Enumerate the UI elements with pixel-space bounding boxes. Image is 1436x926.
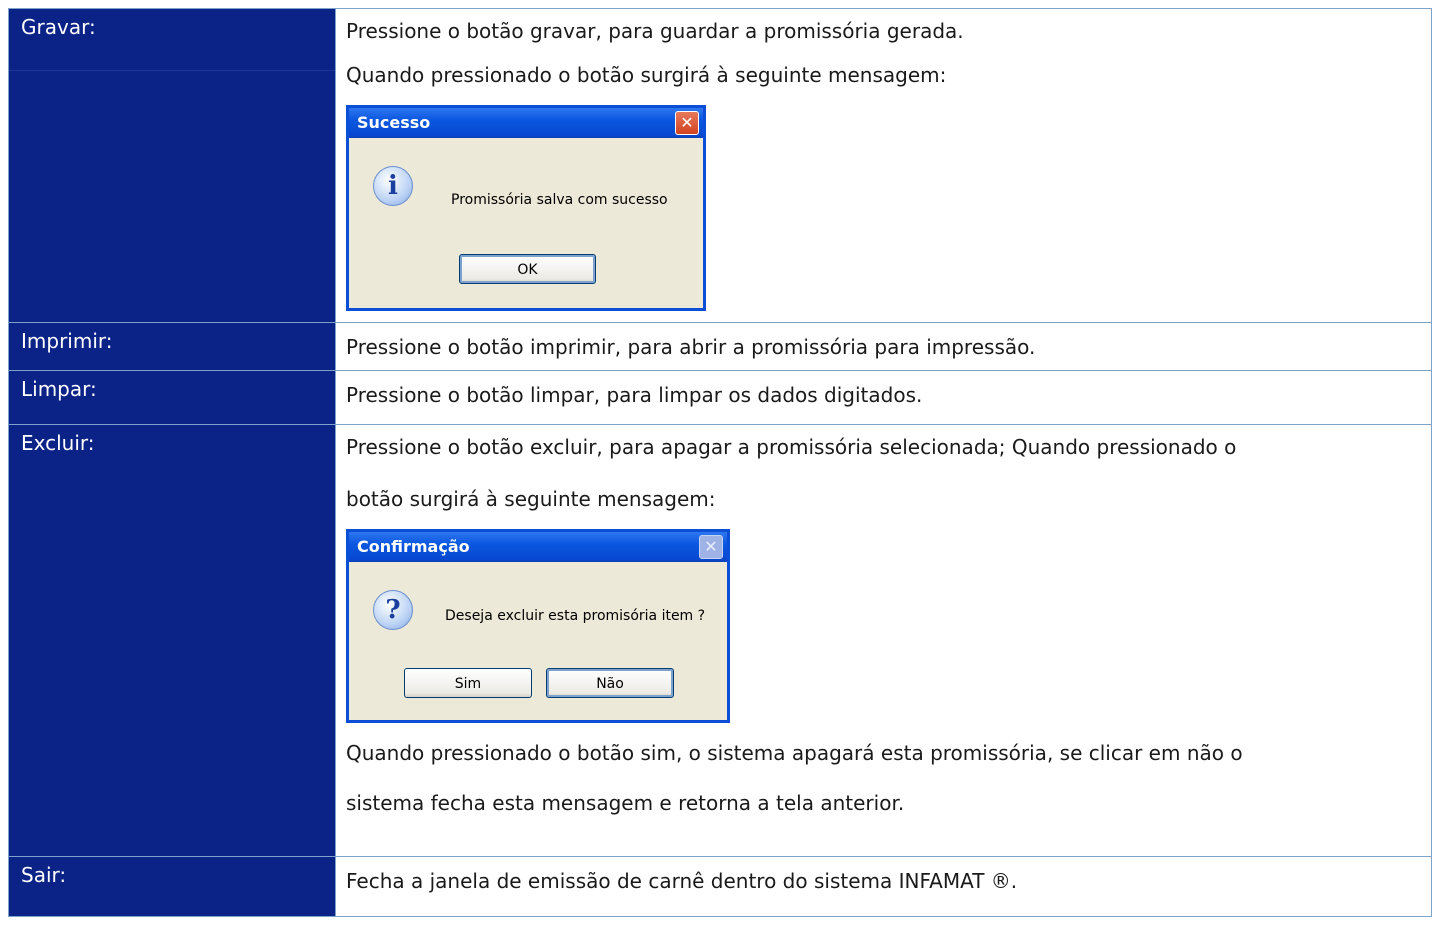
row-label-imprimir: Imprimir: [8,322,336,371]
row-label-limpar: Limpar: [8,370,336,425]
description-line: botão surgirá à seguinte mensagem: [346,487,716,511]
row-description-gravar: Pressione o botão gravar, para guardar a… [335,8,1432,323]
table-row-limpar: Limpar: Pressione o botão limpar, para l… [8,370,1432,425]
dialog-message: Promissória salva com sucesso [451,192,668,208]
row-label-text: Imprimir: [21,329,113,353]
row-description-limpar: Pressione o botão limpar, para limpar os… [335,370,1432,425]
description-line: Pressione o botão limpar, para limpar os… [346,383,923,407]
success-dialog: Sucesso ✕ i Promissória salva com sucess… [346,105,706,311]
close-icon: ✕ [699,535,723,559]
row-label-text: Sair: [21,863,67,887]
dialog-title: Confirmação [357,537,470,556]
dialog-titlebar: Confirmação ✕ [349,532,727,562]
info-icon: i [373,166,413,206]
documentation-table: Gravar: Pressione o botão gravar, para g… [8,8,1432,917]
close-icon[interactable]: ✕ [675,111,699,135]
no-button[interactable]: Não [546,668,674,698]
row-label-excluir: Excluir: [8,424,336,857]
table-row-excluir: Excluir: Pressione o botão excluir, para… [8,424,1432,857]
ok-button[interactable]: OK [459,254,596,284]
divider [9,70,336,71]
row-description-sair: Fecha a janela de emissão de carnê dentr… [335,856,1432,917]
table-row-gravar: Gravar: Pressione o botão gravar, para g… [8,8,1432,323]
description-line: Pressione o botão imprimir, para abrir a… [346,335,1036,359]
description-line: Pressione o botão excluir, para apagar a… [346,435,1237,459]
table-row-sair: Sair: Fecha a janela de emissão de carnê… [8,856,1432,917]
confirmation-dialog: Confirmação ✕ ? Deseja excluir esta prom… [346,529,730,723]
description-line: Pressione o botão gravar, para guardar a… [346,19,964,43]
row-label-text: Gravar: [21,15,96,39]
table-row-imprimir: Imprimir: Pressione o botão imprimir, pa… [8,322,1432,371]
description-line: Quando pressionado o botão sim, o sistem… [346,741,1243,765]
dialog-titlebar: Sucesso ✕ [349,108,703,138]
row-label-gravar: Gravar: [8,8,336,323]
description-line: Quando pressionado o botão surgirá à seg… [346,63,947,87]
description-line: Fecha a janela de emissão de carnê dentr… [346,869,1018,893]
description-line: sistema fecha esta mensagem e retorna a … [346,791,905,815]
row-description-imprimir: Pressione o botão imprimir, para abrir a… [335,322,1432,371]
dialog-title: Sucesso [357,113,431,132]
dialog-message: Deseja excluir esta promisória item ? [445,608,706,624]
row-label-text: Limpar: [21,377,97,401]
row-label-text: Excluir: [21,431,95,455]
yes-button[interactable]: Sim [404,668,532,698]
question-icon: ? [373,590,413,630]
row-description-excluir: Pressione o botão excluir, para apagar a… [335,424,1432,857]
row-label-sair: Sair: [8,856,336,917]
